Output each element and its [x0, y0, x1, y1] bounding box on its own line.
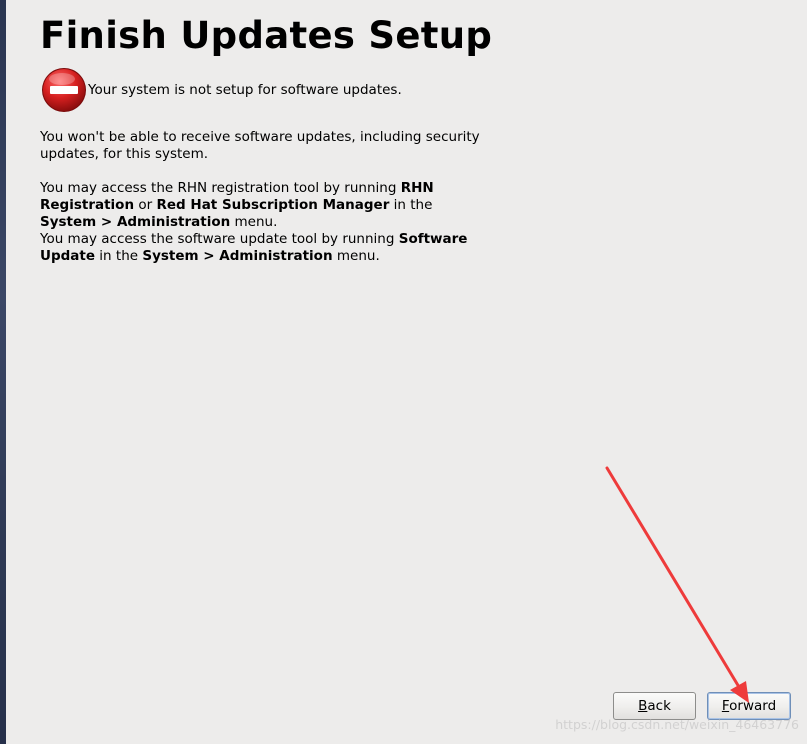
forward-button[interactable]: Forward [707, 692, 791, 720]
menu-path-text: System > Administration [142, 248, 333, 264]
watermark: https://blog.csdn.net/weixin_46463776 [555, 717, 799, 732]
info-paragraph-software-update: You may access the software update tool … [40, 231, 480, 265]
menu-path-text: System > Administration [40, 214, 231, 230]
status-message: Your system is not setup for software up… [88, 82, 402, 98]
forward-label: orward [729, 698, 777, 714]
status-row: Your system is not setup for software up… [40, 66, 402, 114]
desktop-edge [0, 0, 6, 744]
text-segment: in the [95, 248, 143, 264]
text-segment: You may access the software update tool … [40, 231, 399, 247]
text-segment: or [134, 197, 157, 213]
back-label: ack [647, 698, 671, 714]
text-segment: in the [389, 197, 433, 213]
back-mnemonic: B [638, 698, 648, 714]
back-button[interactable]: Back [613, 692, 696, 720]
text-segment: menu. [230, 214, 278, 230]
text-segment: menu. [332, 248, 380, 264]
info-paragraph-updates: You won't be able to receive software up… [40, 129, 480, 162]
stop-icon [40, 66, 88, 114]
subscription-manager-text: Red Hat Subscription Manager [156, 197, 390, 213]
page-title: Finish Updates Setup [40, 14, 493, 57]
text-segment: You may access the RHN registration tool… [40, 180, 401, 196]
info-paragraph-rhn: You may access the RHN registration tool… [40, 180, 470, 231]
